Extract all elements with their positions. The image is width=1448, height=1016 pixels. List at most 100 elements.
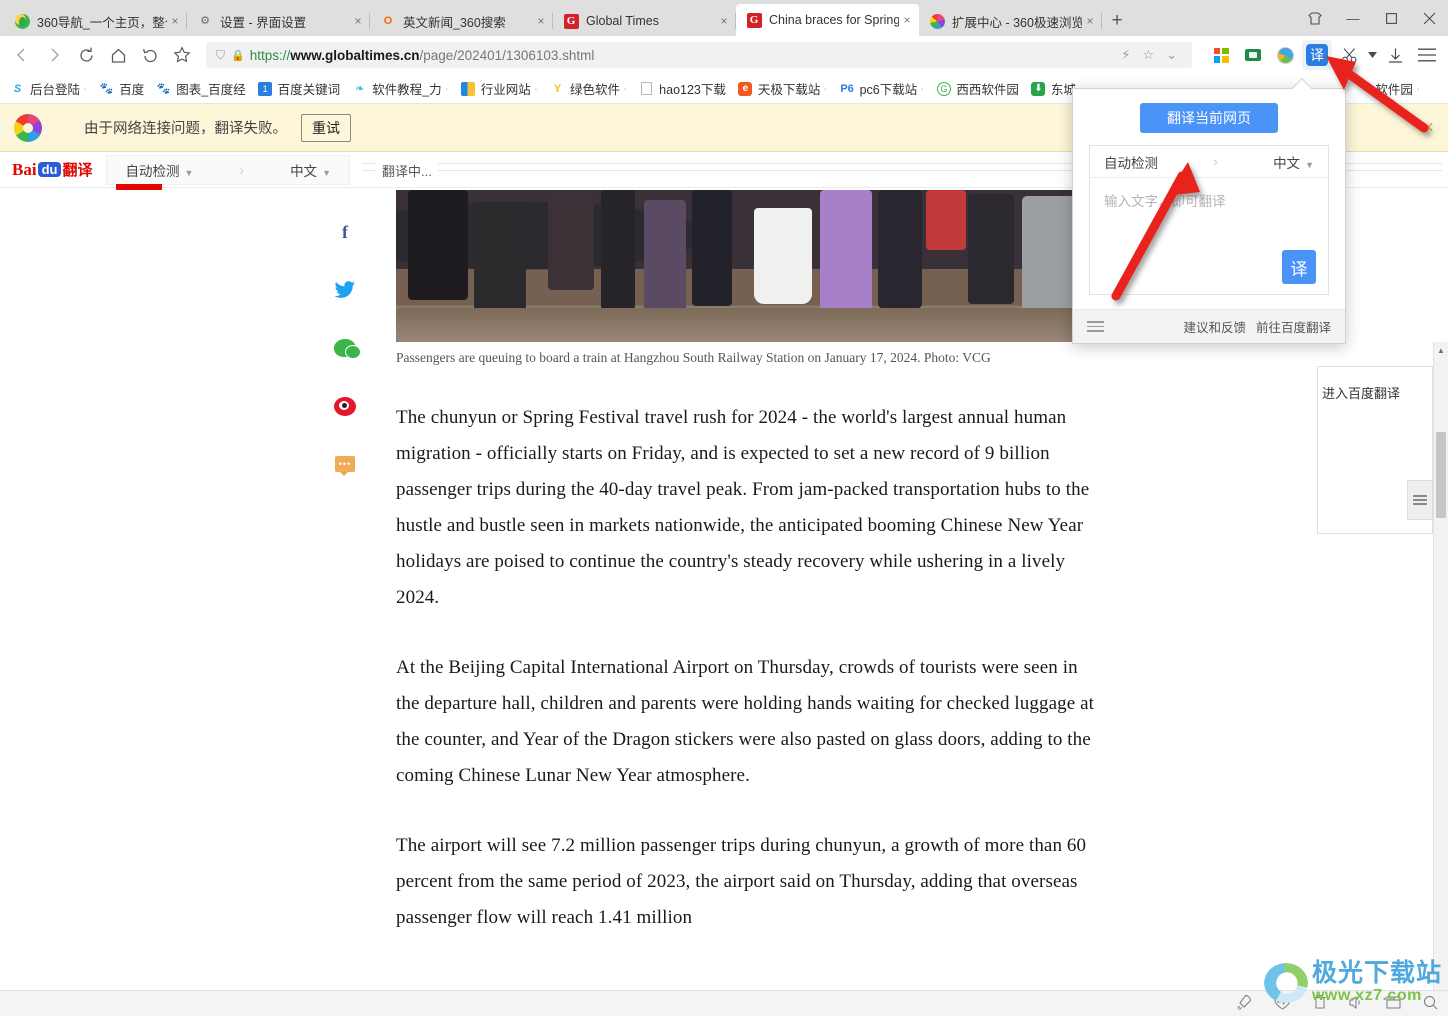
tab-close-button[interactable]: × (716, 14, 732, 28)
baidu-logo-bai: Bai (12, 159, 37, 179)
bookmark-label: hao123下载 (659, 83, 726, 97)
bookmark-item[interactable]: 🐾 百度 (93, 77, 150, 101)
vertical-scrollbar[interactable]: ▲ (1433, 342, 1448, 990)
bookmark-item[interactable]: hao123下载 (633, 77, 732, 101)
translate-page-button[interactable]: 翻译当前网页 (1140, 103, 1278, 133)
browser-tab[interactable]: G Global Times × (553, 6, 736, 36)
address-bar[interactable]: ⛉ 🔒 https://www.globaltimes.cn/page/2024… (206, 42, 1192, 68)
bookmark-item[interactable]: e 天极下载站 · (732, 77, 834, 101)
bookmark-item[interactable]: 软件园 · (1369, 77, 1426, 101)
microsoft-icon[interactable] (1206, 40, 1236, 70)
bookmark-sep: · (920, 81, 925, 96)
watermark-text: 极光下载站 www.xz7.com (1312, 961, 1442, 1004)
tab-title: Global Times (586, 14, 659, 28)
bookmark-label: 行业网站 (480, 83, 531, 97)
bookmark-item[interactable]: 1 百度关键词 (252, 77, 347, 101)
message-icon[interactable]: ••• (333, 452, 357, 476)
reload-icon[interactable] (70, 39, 102, 71)
wechat-icon[interactable] (333, 336, 361, 360)
minimize-button[interactable]: — (1334, 0, 1372, 36)
translate-icon[interactable]: 译 (1302, 40, 1332, 70)
source-language-select[interactable]: 自动检测 ▼ (125, 160, 193, 180)
side-panel-text[interactable]: 进入百度翻译 (1322, 386, 1400, 401)
retry-button[interactable]: 重试 (301, 113, 351, 142)
browser-tab[interactable]: 360导航_一个主页，整个世 × (4, 6, 187, 36)
browser-status-bar (0, 990, 1448, 1016)
window-controls: — (1296, 0, 1448, 36)
article-photo (396, 190, 1096, 342)
omnibox-actions: ⚡ ☆ ⌄ (1116, 47, 1182, 63)
scissors-icon[interactable] (1334, 40, 1364, 70)
tab-title: 英文新闻_360搜索 (403, 15, 506, 30)
message-icon-dots: ••• (335, 456, 355, 476)
translate-submit-button[interactable]: 译 (1282, 250, 1316, 284)
360-nav-icon (14, 13, 30, 29)
browser-tab[interactable]: O 英文新闻_360搜索 × (370, 6, 553, 36)
bookmark-label: 图表_百度经 (176, 83, 246, 97)
lock-icon: 🔒 (231, 49, 245, 62)
menu-icon[interactable] (1412, 40, 1442, 70)
weibo-icon[interactable] (333, 394, 357, 418)
bookmark-label: 后台登陆 (30, 83, 81, 97)
shirt-icon[interactable] (1296, 0, 1334, 36)
star-icon[interactable] (166, 39, 198, 71)
feedback-link[interactable]: 建议和反馈 (1183, 317, 1246, 336)
popup-footer-links: 建议和反馈 前往百度翻译 (1183, 317, 1331, 336)
baidu-logo-fanyi: 翻译 (62, 162, 93, 179)
baidu-translate-logo: Bai du 翻译 (12, 159, 92, 180)
hamburger-icon[interactable] (1087, 321, 1104, 332)
rocket-icon[interactable] (1236, 994, 1252, 1013)
bookmark-label: 绿色软件 (569, 83, 620, 97)
download-icon[interactable] (1380, 40, 1410, 70)
facebook-icon[interactable]: f (333, 220, 357, 244)
close-button[interactable] (1410, 0, 1448, 36)
tab-close-button[interactable]: × (167, 14, 183, 28)
bookmark-item[interactable]: 🐾 图表_百度经 (150, 77, 251, 101)
browser-tab[interactable]: 扩展中心 - 360极速浏览器 × (919, 6, 1102, 36)
home-icon[interactable] (102, 39, 134, 71)
star-icon[interactable]: ☆ (1137, 47, 1159, 63)
global-times-icon: G (563, 13, 579, 29)
tab-close-button[interactable]: × (533, 14, 549, 28)
scissors-dropdown-icon[interactable] (1366, 40, 1378, 70)
bookmark-sep: · (444, 81, 449, 96)
bookmark-item[interactable]: 行业网站 · (455, 77, 544, 101)
twitter-icon[interactable] (333, 278, 357, 302)
swap-arrow-icon: › (239, 161, 245, 178)
popup-footer: 建议和反馈 前往百度翻译 (1073, 309, 1345, 343)
globe-downloader-icon[interactable] (1270, 40, 1300, 70)
goto-baidu-translate-link[interactable]: 前往百度翻译 (1256, 317, 1331, 336)
browser-tab[interactable]: ⚙ 设置 - 界面设置 × (187, 6, 370, 36)
target-language-select[interactable]: 中文 ▼ (290, 160, 331, 180)
scroll-up-arrow[interactable]: ▲ (1434, 342, 1448, 358)
popup-target-language-select[interactable]: 中文 ▼ (1273, 152, 1314, 172)
chevron-down-icon[interactable]: ⌄ (1161, 47, 1182, 63)
green-note-icon[interactable] (1238, 40, 1268, 70)
watermark-url: www.xz7.com (1311, 987, 1422, 1004)
popup-language-row: 自动检测 › 中文 ▼ (1090, 146, 1328, 178)
new-tab-button[interactable]: + (1102, 6, 1132, 36)
history-icon[interactable] (134, 39, 166, 71)
scrollbar-thumb[interactable] (1436, 432, 1446, 518)
bookmark-item[interactable]: P6 pc6下载站 · (834, 77, 931, 101)
tab-close-button[interactable]: × (350, 14, 366, 28)
bookmark-item[interactable]: ❧ 软件教程_力 · (346, 77, 455, 101)
forward-icon[interactable] (38, 39, 70, 71)
bookmark-item[interactable]: G 西西软件园 (930, 77, 1025, 101)
bookmark-item[interactable]: Y 绿色软件 · (544, 77, 633, 101)
tab-close-button[interactable]: × (1082, 14, 1098, 28)
bookmark-sep: · (83, 81, 88, 96)
popup-source-language-select[interactable]: 自动检测 (1104, 152, 1158, 172)
translate-status-text: 翻译中... (375, 160, 438, 180)
bookmark-item[interactable]: S 后台登陆 · (4, 77, 93, 101)
article-paragraph: At the Beijing Capital International Air… (396, 657, 1095, 786)
back-icon[interactable] (6, 39, 38, 71)
translate-input-area[interactable]: 输入文字，即可翻译 译 (1090, 178, 1328, 294)
side-panel-handle[interactable] (1407, 480, 1433, 520)
browser-tab-active[interactable]: G China braces for Spring × (736, 4, 919, 36)
article-body: Passengers are queuing to board a train … (396, 190, 1096, 936)
close-icon[interactable]: × (1423, 118, 1434, 137)
tab-close-button[interactable]: × (899, 13, 915, 27)
lightning-icon[interactable]: ⚡ (1116, 47, 1135, 63)
maximize-button[interactable] (1372, 0, 1410, 36)
